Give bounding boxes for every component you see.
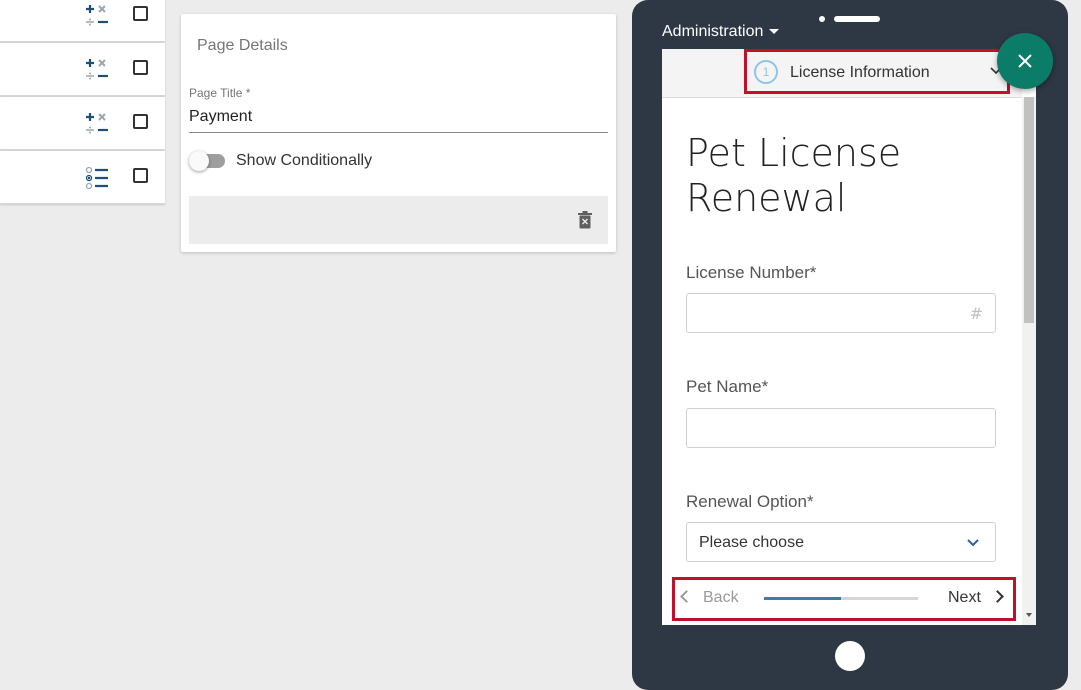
row-checkbox[interactable]: [133, 60, 148, 75]
highlight-box: [672, 577, 1016, 621]
trash-icon[interactable]: [578, 211, 592, 229]
scroll-down-arrow-icon[interactable]: [1026, 613, 1032, 617]
pet-name-label: Pet Name*: [686, 377, 769, 396]
list-row[interactable]: [0, 97, 165, 150]
form-title: Pet License Renewal: [686, 131, 902, 220]
device-screen: 1 License Information Pet License Renewa…: [662, 49, 1036, 625]
camera-dot: [819, 16, 825, 22]
speaker-slot: [834, 16, 880, 22]
license-number-input[interactable]: #: [686, 293, 996, 333]
page-details-card: Page Details Page Title * Payment Show C…: [181, 14, 616, 252]
form-navigation: Back Next: [662, 573, 1022, 625]
close-icon: [1018, 54, 1032, 68]
pet-name-input[interactable]: [686, 408, 996, 448]
plus-minus-calculation-icon: [86, 113, 108, 134]
scrollbar[interactable]: [1022, 97, 1036, 625]
list-row[interactable]: [0, 151, 165, 204]
row-checkbox[interactable]: [133, 6, 148, 21]
row-checkbox[interactable]: [133, 168, 148, 183]
renewal-option-value: Please choose: [699, 534, 804, 551]
show-conditionally-toggle[interactable]: [189, 151, 225, 171]
caret-down-icon: [769, 29, 780, 35]
license-number-label: License Number*: [686, 263, 817, 282]
home-button: [835, 641, 865, 671]
list-row[interactable]: [0, 0, 165, 42]
administration-menu[interactable]: Administration: [662, 23, 780, 41]
plus-minus-calculation-icon: [86, 5, 108, 26]
step-selector[interactable]: 1 License Information: [662, 49, 1022, 98]
hash-icon: #: [969, 304, 983, 323]
administration-menu-label: Administration: [662, 23, 764, 40]
list-row[interactable]: [0, 43, 165, 96]
row-checkbox[interactable]: [133, 114, 148, 129]
radio-list-icon: [85, 166, 108, 190]
close-preview-button[interactable]: [997, 33, 1053, 89]
chevron-down-icon: [967, 539, 979, 547]
page-title-input[interactable]: Payment: [189, 108, 608, 133]
card-footer: [189, 196, 608, 244]
toggle-knob: [189, 151, 209, 171]
highlight-box: [744, 49, 1010, 94]
device-preview: Administration 1 License Information Pet…: [632, 0, 1068, 690]
page-title-label: Page Title *: [189, 86, 251, 100]
card-title: Page Details: [197, 37, 288, 54]
plus-minus-calculation-icon: [86, 59, 108, 80]
show-conditionally-label: Show Conditionally: [236, 152, 373, 169]
renewal-option-select[interactable]: Please choose: [686, 522, 996, 562]
renewal-option-label: Renewal Option*: [686, 492, 814, 511]
scrollbar-thumb[interactable]: [1024, 97, 1034, 323]
